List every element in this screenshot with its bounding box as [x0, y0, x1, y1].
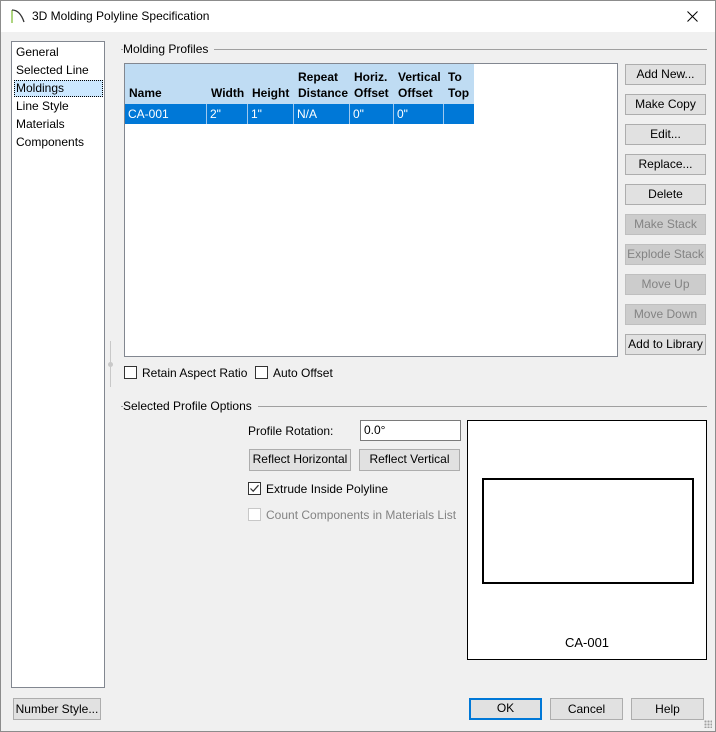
explode-stack-button[interactable]: Explode Stack [625, 244, 706, 265]
ok-button[interactable]: OK [469, 698, 542, 720]
help-button[interactable]: Help [631, 698, 704, 720]
column-header-height[interactable]: Height [248, 64, 294, 104]
make-stack-button[interactable]: Make Stack [625, 214, 706, 235]
molding-profiles-table[interactable]: Name Width Height Repeat Distance Horiz.… [124, 63, 618, 357]
dialog-window: 3D Molding Polyline Specification Genera… [0, 0, 716, 732]
auto-offset-checkbox[interactable] [255, 366, 268, 379]
cell-horiz-offset[interactable]: 0" [350, 104, 394, 124]
column-header-horiz-offset[interactable]: Horiz. Offset [350, 64, 394, 104]
count-components-label[interactable]: Count Components in Materials List [266, 508, 456, 522]
delete-button[interactable]: Delete [625, 184, 706, 205]
sidebar-item-selected-line[interactable]: Selected Line [14, 62, 103, 79]
window-title: 3D Molding Polyline Specification [32, 9, 210, 23]
add-new-button[interactable]: Add New... [625, 64, 706, 85]
column-header-name[interactable]: Name [125, 64, 207, 104]
auto-offset-label[interactable]: Auto Offset [273, 366, 333, 380]
profile-preview: CA-001 [467, 420, 707, 660]
column-header-vertical-offset[interactable]: Vertical Offset [394, 64, 444, 104]
selected-profile-options-label: Selected Profile Options [123, 399, 258, 413]
profile-rotation-input[interactable]: 0.0° [360, 420, 461, 441]
edit-button[interactable]: Edit... [625, 124, 706, 145]
reflect-vertical-button[interactable]: Reflect Vertical [359, 449, 460, 471]
sidebar-item-components[interactable]: Components [14, 134, 103, 151]
splitter-grip-icon[interactable] [108, 362, 113, 367]
make-copy-button[interactable]: Make Copy [625, 94, 706, 115]
profile-rotation-label: Profile Rotation: [248, 424, 334, 438]
replace-button[interactable]: Replace... [625, 154, 706, 175]
preview-profile-name: CA-001 [564, 635, 610, 650]
cell-repeat-distance[interactable]: N/A [294, 104, 350, 124]
column-header-to-top[interactable]: To Top [444, 64, 474, 104]
extrude-inside-polyline-checkbox[interactable] [248, 482, 261, 495]
column-header-repeat-distance[interactable]: Repeat Distance [294, 64, 350, 104]
column-header-width[interactable]: Width [207, 64, 248, 104]
move-up-button[interactable]: Move Up [625, 274, 706, 295]
reflect-horizontal-button[interactable]: Reflect Horizontal [249, 449, 351, 471]
retain-aspect-ratio-checkbox[interactable] [124, 366, 137, 379]
cell-name[interactable]: CA-001 [125, 104, 207, 124]
cell-height[interactable]: 1" [248, 104, 294, 124]
resize-grip-icon[interactable] [704, 720, 712, 728]
checkmark-icon [250, 484, 259, 493]
sidebar-item-moldings[interactable]: Moldings [14, 80, 103, 97]
cancel-button[interactable]: Cancel [550, 698, 623, 720]
sidebar-item-materials[interactable]: Materials [14, 116, 103, 133]
extrude-inside-polyline-label[interactable]: Extrude Inside Polyline [266, 482, 388, 496]
sidebar-item-line-style[interactable]: Line Style [14, 98, 103, 115]
retain-aspect-ratio-label[interactable]: Retain Aspect Ratio [142, 366, 247, 380]
title-bar: 3D Molding Polyline Specification [1, 1, 715, 32]
add-to-library-button[interactable]: Add to Library [625, 334, 706, 355]
profile-shape [482, 478, 694, 584]
close-x-icon [686, 11, 698, 22]
move-down-button[interactable]: Move Down [625, 304, 706, 325]
number-style-button[interactable]: Number Style... [13, 698, 101, 720]
molding-profile-icon [11, 9, 25, 23]
cell-width[interactable]: 2" [207, 104, 248, 124]
molding-profiles-label: Molding Profiles [123, 42, 215, 56]
count-components-checkbox[interactable] [248, 508, 261, 521]
close-button[interactable] [669, 1, 715, 32]
cell-to-top[interactable] [444, 104, 474, 124]
cell-vertical-offset[interactable]: 0" [394, 104, 444, 124]
sidebar-item-general[interactable]: General [14, 44, 103, 61]
category-list[interactable]: General Selected Line Moldings Line Styl… [11, 41, 105, 688]
